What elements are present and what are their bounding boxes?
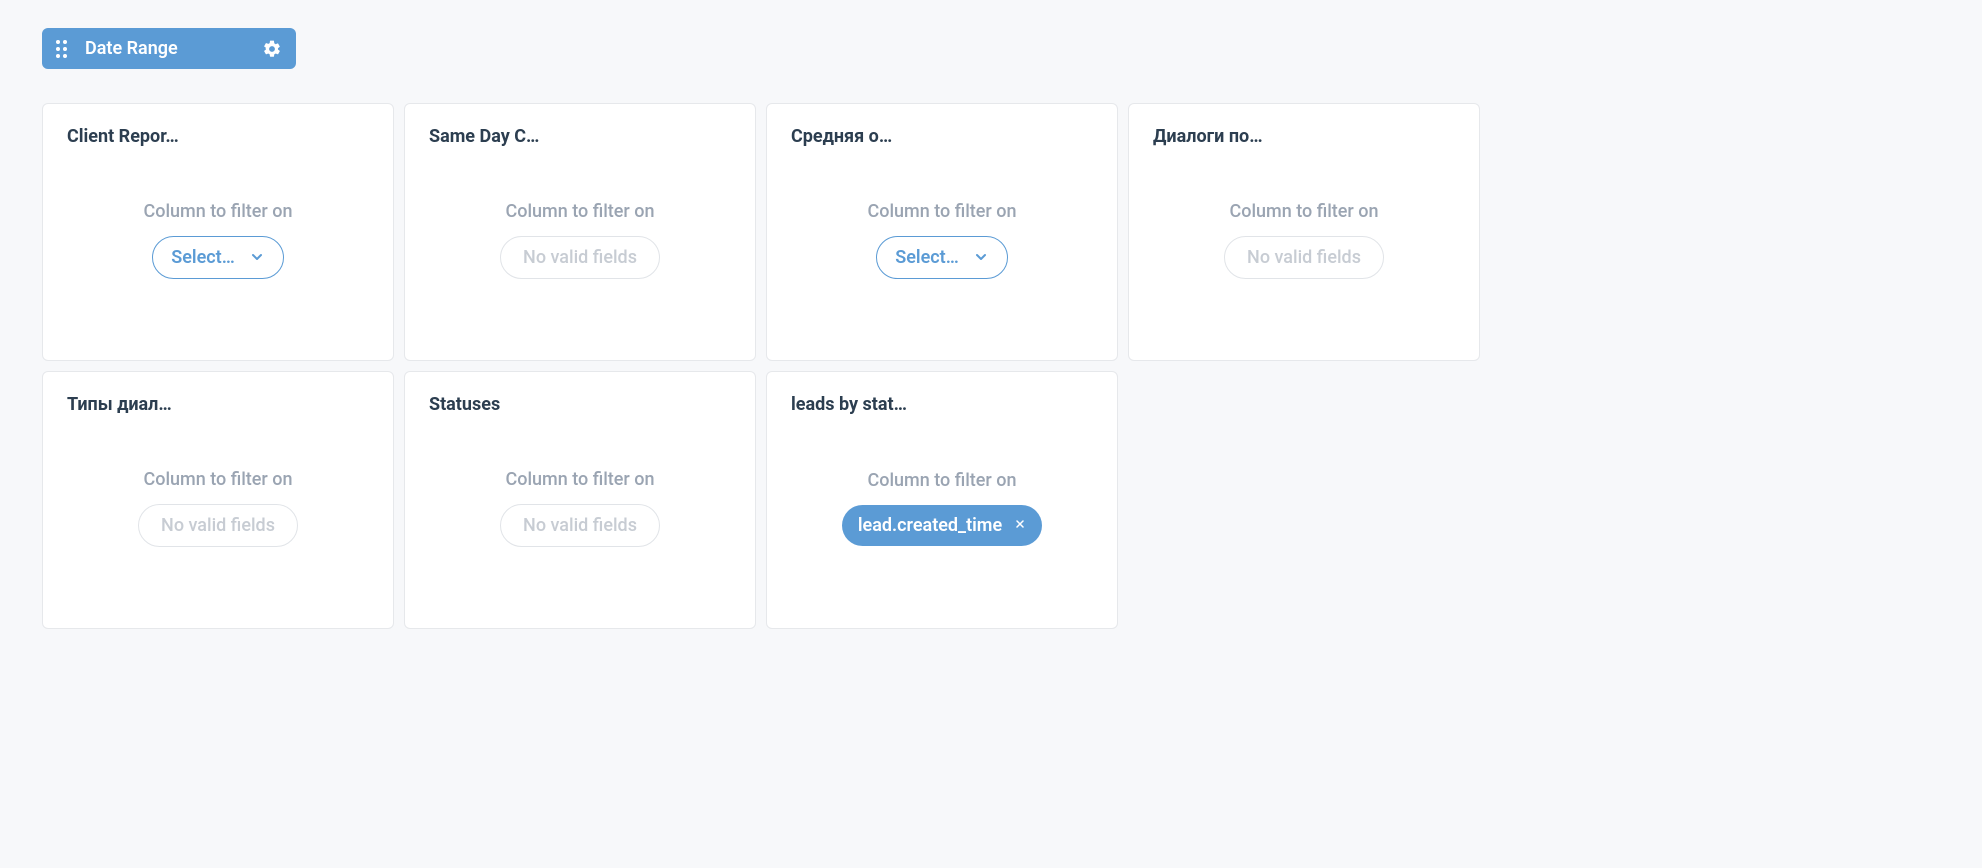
selected-column-value: lead.created_time	[858, 515, 1002, 536]
card-statuses: Statuses Column to filter on No valid fi…	[404, 371, 756, 629]
card-same-day: Same Day C… Column to filter on No valid…	[404, 103, 756, 361]
chevron-down-icon	[249, 249, 265, 265]
card-title: Same Day C…	[429, 126, 559, 147]
card-tipy-dialogov: Типы диал… Column to filter on No valid …	[42, 371, 394, 629]
column-select-disabled: No valid fields	[138, 504, 298, 547]
filter-label: Column to filter on	[867, 201, 1016, 222]
card-dialogi: Диалоги по… Column to filter on No valid…	[1128, 103, 1480, 361]
card-title: Типы диал…	[67, 394, 197, 415]
no-valid-fields-label: No valid fields	[523, 515, 637, 536]
column-select-disabled: No valid fields	[500, 236, 660, 279]
card-leads-by-status: leads by stat… Column to filter on lead.…	[766, 371, 1118, 629]
cards-grid: Client Repor… Column to filter on Select…	[42, 103, 1940, 629]
card-client-report: Client Repor… Column to filter on Select…	[42, 103, 394, 361]
date-range-chip[interactable]: Date Range	[42, 28, 296, 69]
column-select[interactable]: Select…	[152, 236, 284, 279]
card-title: Диалоги по…	[1153, 126, 1283, 147]
filter-label: Column to filter on	[505, 469, 654, 490]
column-select-disabled: No valid fields	[1224, 236, 1384, 279]
card-srednyaya: Средняя о… Column to filter on Select…	[766, 103, 1118, 361]
no-valid-fields-label: No valid fields	[161, 515, 275, 536]
select-placeholder: Select…	[895, 247, 959, 268]
filter-label: Column to filter on	[143, 469, 292, 490]
filter-label: Column to filter on	[1229, 201, 1378, 222]
card-title: leads by stat…	[791, 394, 921, 415]
chevron-down-icon	[973, 249, 989, 265]
close-icon[interactable]	[1014, 517, 1026, 533]
date-range-label: Date Range	[85, 38, 178, 59]
card-title: Client Repor…	[67, 126, 197, 147]
filter-label: Column to filter on	[867, 470, 1016, 491]
filter-label: Column to filter on	[143, 201, 292, 222]
no-valid-fields-label: No valid fields	[1247, 247, 1361, 268]
gear-icon[interactable]	[262, 39, 282, 59]
filter-label: Column to filter on	[505, 201, 654, 222]
select-placeholder: Select…	[171, 247, 235, 268]
selected-column-chip[interactable]: lead.created_time	[842, 505, 1042, 546]
column-select-disabled: No valid fields	[500, 504, 660, 547]
column-select[interactable]: Select…	[876, 236, 1008, 279]
card-title: Statuses	[429, 394, 559, 415]
no-valid-fields-label: No valid fields	[523, 247, 637, 268]
drag-handle-icon[interactable]	[56, 40, 67, 58]
card-title: Средняя о…	[791, 126, 921, 147]
